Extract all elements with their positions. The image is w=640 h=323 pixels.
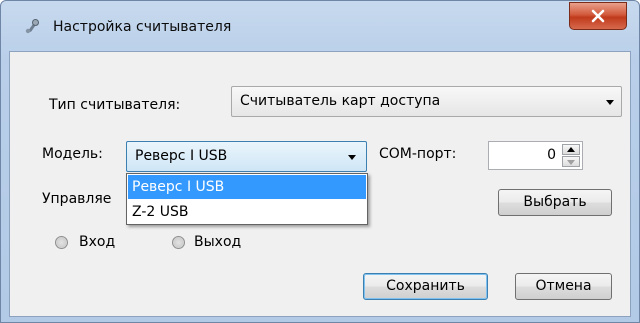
model-value: Реверс I USB	[135, 148, 228, 164]
model-select[interactable]: Реверс I USB	[126, 141, 367, 172]
cancel-button[interactable]: Отмена	[515, 273, 612, 300]
spin-up-button[interactable]	[562, 144, 580, 155]
spin-down-button[interactable]	[562, 156, 580, 167]
select-button[interactable]: Выбрать	[498, 189, 612, 216]
close-button[interactable]	[569, 2, 627, 30]
app-icon	[23, 18, 41, 36]
radio-in-label: Вход	[79, 234, 116, 250]
model-dropdown-list: Реверс I USB Z-2 USB	[126, 173, 368, 225]
com-port-stepper[interactable]: 0	[488, 141, 583, 170]
window-title: Настройка считывателя	[53, 19, 232, 35]
com-port-label: COM-порт:	[379, 146, 457, 162]
dropdown-option[interactable]: Z-2 USB	[128, 200, 366, 224]
chevron-down-icon	[606, 100, 614, 105]
control-label: Управляе	[42, 191, 112, 207]
chevron-down-icon	[348, 155, 356, 160]
close-icon	[591, 9, 605, 23]
dropdown-option[interactable]: Реверс I USB	[128, 175, 366, 199]
chevron-up-icon	[567, 147, 575, 152]
radio-in[interactable]	[55, 236, 68, 249]
radio-out-label: Выход	[194, 234, 242, 250]
save-button[interactable]: Сохранить	[363, 273, 488, 300]
reader-type-select[interactable]: Считыватель карт доступа	[231, 86, 622, 117]
reader-type-label: Тип считывателя:	[49, 97, 181, 113]
com-port-value: 0	[547, 147, 556, 163]
model-label: Модель:	[42, 146, 103, 162]
reader-type-value: Считыватель карт доступа	[240, 93, 441, 109]
title-bar[interactable]: Настройка считывателя	[1, 1, 639, 51]
radio-out[interactable]	[172, 236, 185, 249]
chevron-down-icon	[567, 160, 575, 165]
